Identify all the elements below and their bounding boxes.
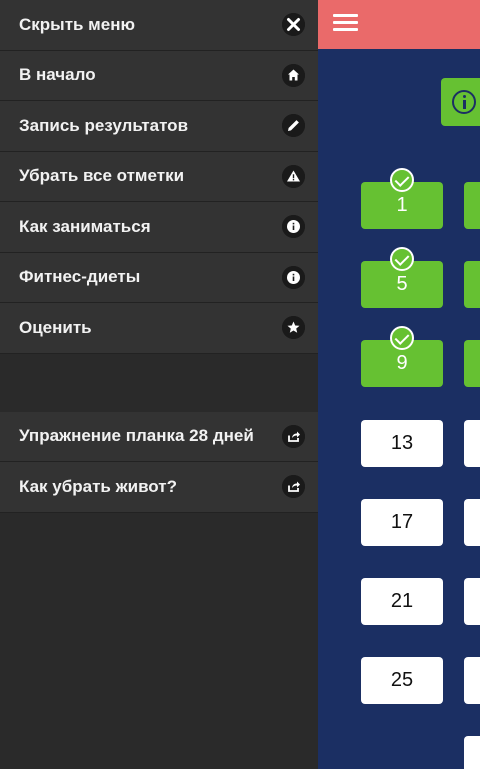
day-number: 1: [396, 194, 408, 216]
pencil-icon: [282, 114, 305, 138]
menu-item-label: Оценить: [19, 317, 92, 337]
day-number: 5: [396, 273, 408, 295]
check-icon: [390, 247, 414, 271]
day-button[interactable]: [464, 499, 480, 546]
info-icon: [282, 265, 305, 289]
day-button[interactable]: [464, 420, 480, 467]
warning-icon: [282, 164, 305, 188]
menu-item-label: Скрыть меню: [19, 14, 136, 34]
menu-item-label: Запись результатов: [19, 115, 189, 135]
menu-item-how-to[interactable]: Как заниматься: [0, 202, 318, 253]
menu-item-label: Убрать все отметки: [19, 166, 185, 186]
info-icon: [452, 90, 476, 114]
menu-item-label: В начало: [19, 65, 96, 85]
star-icon: [282, 316, 305, 340]
day-number: 25: [390, 669, 414, 691]
navigation-drawer: Скрыть меню В начало Запись результатов …: [0, 0, 318, 769]
menu-item-hide-menu[interactable]: Скрыть меню: [0, 0, 318, 51]
day-button[interactable]: [464, 578, 480, 625]
menu-link-plank[interactable]: Упражнение планка 28 дней: [0, 411, 318, 462]
info-button[interactable]: [441, 78, 480, 126]
menu-item-diets[interactable]: Фитнес-диеты: [0, 252, 318, 303]
day-button[interactable]: [464, 340, 480, 387]
day-button[interactable]: 9: [361, 326, 443, 387]
home-icon: [282, 63, 305, 87]
menu-item-results[interactable]: Запись результатов: [0, 101, 318, 152]
check-icon: [390, 168, 414, 192]
menu-link-belly[interactable]: Как убрать живот?: [0, 462, 318, 513]
menu-item-rate[interactable]: Оценить: [0, 303, 318, 354]
day-number: 13: [390, 432, 414, 454]
menu-item-label: Как заниматься: [19, 216, 151, 236]
day-button[interactable]: 1: [361, 168, 443, 229]
menu-divider-gap: [0, 353, 318, 412]
menu-item-label: Упражнение планка 28 дней: [19, 426, 254, 446]
day-button[interactable]: [464, 261, 480, 308]
day-button[interactable]: [464, 657, 480, 704]
day-button[interactable]: 21: [361, 578, 443, 625]
menu-item-clear-marks[interactable]: Убрать все отметки: [0, 151, 318, 202]
day-button[interactable]: [464, 182, 480, 229]
share-icon: [282, 475, 305, 499]
day-button[interactable]: 17: [361, 499, 443, 546]
day-number: 21: [390, 590, 414, 612]
day-number: 9: [396, 352, 408, 374]
day-button[interactable]: 5: [361, 247, 443, 308]
menu-item-home[interactable]: В начало: [0, 50, 318, 101]
day-number: 17: [390, 511, 414, 533]
day-button[interactable]: 25: [361, 657, 443, 704]
check-icon: [390, 326, 414, 350]
close-icon: [282, 13, 305, 37]
day-button[interactable]: [464, 736, 480, 769]
share-icon: [282, 424, 305, 448]
day-button[interactable]: 13: [361, 420, 443, 467]
menu-icon[interactable]: [333, 14, 358, 34]
menu-item-label: Фитнес-диеты: [19, 267, 141, 287]
info-icon: [282, 215, 305, 239]
menu-item-label: Как убрать живот?: [19, 476, 177, 496]
